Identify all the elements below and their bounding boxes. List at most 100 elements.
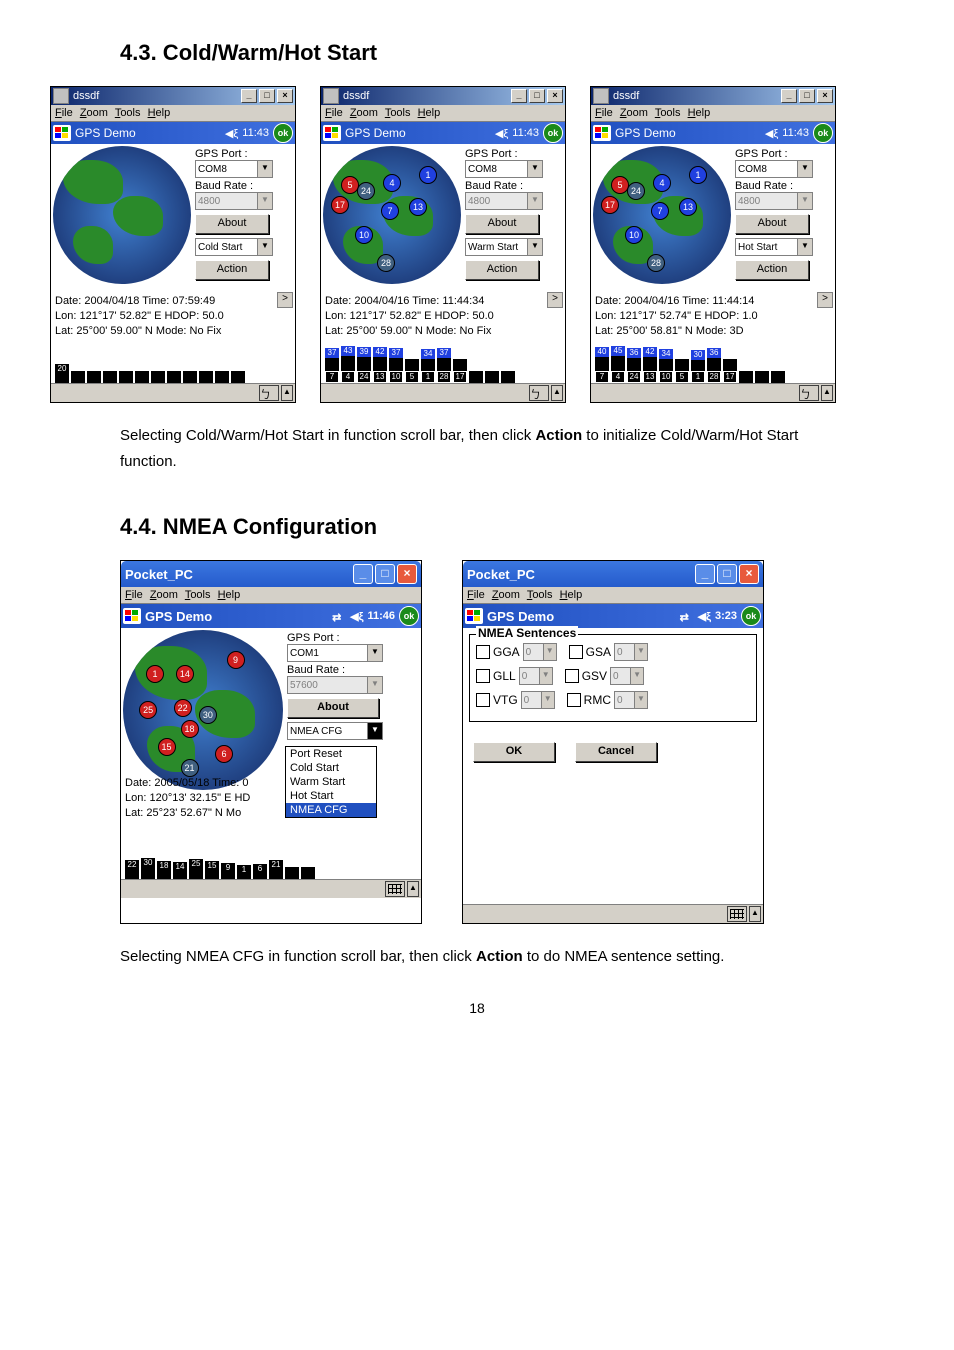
speaker-icon[interactable]: ◀ξ xyxy=(225,127,238,140)
function-combo[interactable]: Hot Start▼ xyxy=(735,238,813,256)
nmea-value-combo[interactable]: 0▼ xyxy=(521,691,555,709)
gps-port-combo[interactable]: COM8▼ xyxy=(735,160,813,178)
action-button[interactable]: Action xyxy=(465,260,539,280)
gps-port-combo[interactable]: COM1▼ xyxy=(287,644,383,662)
minimize-button[interactable]: _ xyxy=(781,89,797,103)
close-button[interactable]: × xyxy=(817,89,833,103)
ok-button[interactable]: ok xyxy=(399,606,419,626)
start-icon[interactable] xyxy=(53,125,71,141)
dropdown-option[interactable]: Port Reset xyxy=(286,747,376,761)
sip-up-icon[interactable]: ▲ xyxy=(551,385,563,401)
minimize-button[interactable]: _ xyxy=(695,564,715,584)
checkbox[interactable] xyxy=(565,669,579,683)
about-button[interactable]: About xyxy=(465,214,539,234)
checkbox[interactable] xyxy=(569,645,583,659)
baud-rate-combo[interactable]: 57600▼ xyxy=(287,676,383,694)
keyboard-icon[interactable]: ㄅ xyxy=(529,385,549,401)
function-combo[interactable]: Cold Start▼ xyxy=(195,238,273,256)
menu-tools[interactable]: Tools xyxy=(527,589,553,601)
menu-file[interactable]: File xyxy=(467,589,485,601)
gps-port-combo[interactable]: COM8▼ xyxy=(195,160,273,178)
close-button[interactable]: × xyxy=(397,564,417,584)
menu-zoom[interactable]: Zoom xyxy=(350,107,378,119)
menu-help[interactable]: Help xyxy=(148,107,171,119)
maximize-button[interactable]: □ xyxy=(529,89,545,103)
about-button[interactable]: About xyxy=(195,214,269,234)
connectivity-icon[interactable]: ⇄ xyxy=(680,611,694,621)
speaker-icon[interactable]: ◀ξ xyxy=(765,127,778,140)
dropdown-option[interactable]: Cold Start xyxy=(286,761,376,775)
nmea-value-combo[interactable]: 0▼ xyxy=(519,667,553,685)
keyboard-icon[interactable]: ㄅ xyxy=(799,385,819,401)
function-combo[interactable]: Warm Start▼ xyxy=(465,238,543,256)
start-icon[interactable] xyxy=(465,608,483,624)
ok-button[interactable]: ok xyxy=(741,606,761,626)
minimize-button[interactable]: _ xyxy=(241,89,257,103)
baud-rate-combo[interactable]: 4800▼ xyxy=(195,192,273,210)
nmea-value-combo[interactable]: 0▼ xyxy=(614,691,648,709)
keyboard-icon[interactable] xyxy=(385,881,405,897)
about-button[interactable]: About xyxy=(287,698,379,718)
menu-zoom[interactable]: Zoom xyxy=(80,107,108,119)
ok-button[interactable]: ok xyxy=(273,123,293,143)
checkbox[interactable] xyxy=(567,693,581,707)
menu-tools[interactable]: Tools xyxy=(385,107,411,119)
minimize-button[interactable]: _ xyxy=(511,89,527,103)
menu-file[interactable]: File xyxy=(55,107,73,119)
maximize-button[interactable]: □ xyxy=(375,564,395,584)
dropdown-option[interactable]: Warm Start xyxy=(286,775,376,789)
dropdown-option[interactable]: Hot Start xyxy=(286,789,376,803)
start-icon[interactable] xyxy=(593,125,611,141)
menu-help[interactable]: Help xyxy=(560,589,583,601)
close-button[interactable]: × xyxy=(739,564,759,584)
start-icon[interactable] xyxy=(323,125,341,141)
speaker-icon[interactable]: ◀ξ xyxy=(495,127,508,140)
speaker-icon[interactable]: ◀ξ xyxy=(698,610,711,623)
sip-up-icon[interactable]: ▲ xyxy=(407,881,419,897)
ok-button[interactable]: ok xyxy=(813,123,833,143)
menu-tools[interactable]: Tools xyxy=(655,107,681,119)
menu-file[interactable]: File xyxy=(595,107,613,119)
keyboard-icon[interactable] xyxy=(727,906,747,922)
connectivity-icon[interactable]: ⇄ xyxy=(332,611,346,621)
minimize-button[interactable]: _ xyxy=(353,564,373,584)
maximize-button[interactable]: □ xyxy=(799,89,815,103)
dropdown-option[interactable]: NMEA CFG xyxy=(286,803,376,817)
baud-rate-combo[interactable]: 4800▼ xyxy=(465,192,543,210)
menu-help[interactable]: Help xyxy=(218,589,241,601)
start-icon[interactable] xyxy=(123,608,141,624)
action-button[interactable]: Action xyxy=(195,260,269,280)
nmea-value-combo[interactable]: 0▼ xyxy=(523,643,557,661)
checkbox[interactable] xyxy=(476,669,490,683)
close-button[interactable]: × xyxy=(547,89,563,103)
gps-port-combo[interactable]: COM8▼ xyxy=(465,160,543,178)
menu-tools[interactable]: Tools xyxy=(115,107,141,119)
menu-file[interactable]: File xyxy=(325,107,343,119)
go-button[interactable]: > xyxy=(277,292,293,308)
sip-up-icon[interactable]: ▲ xyxy=(821,385,833,401)
nmea-value-combo[interactable]: 0▼ xyxy=(614,643,648,661)
menu-zoom[interactable]: Zoom xyxy=(620,107,648,119)
menu-zoom[interactable]: Zoom xyxy=(492,589,520,601)
nmea-value-combo[interactable]: 0▼ xyxy=(610,667,644,685)
cancel-button[interactable]: Cancel xyxy=(575,742,657,762)
go-button[interactable]: > xyxy=(547,292,563,308)
close-button[interactable]: × xyxy=(277,89,293,103)
menu-zoom[interactable]: Zoom xyxy=(150,589,178,601)
menu-tools[interactable]: Tools xyxy=(185,589,211,601)
menu-help[interactable]: Help xyxy=(418,107,441,119)
about-button[interactable]: About xyxy=(735,214,809,234)
maximize-button[interactable]: □ xyxy=(259,89,275,103)
speaker-icon[interactable]: ◀ξ xyxy=(350,610,363,623)
maximize-button[interactable]: □ xyxy=(717,564,737,584)
sip-up-icon[interactable]: ▲ xyxy=(281,385,293,401)
go-button[interactable]: > xyxy=(817,292,833,308)
function-dropdown-list[interactable]: Port ResetCold StartWarm StartHot StartN… xyxy=(285,746,377,818)
checkbox[interactable] xyxy=(476,693,490,707)
menu-help[interactable]: Help xyxy=(688,107,711,119)
keyboard-icon[interactable]: ㄅ xyxy=(259,385,279,401)
checkbox[interactable] xyxy=(476,645,490,659)
ok-button[interactable]: OK xyxy=(473,742,555,762)
action-button[interactable]: Action xyxy=(735,260,809,280)
menu-file[interactable]: File xyxy=(125,589,143,601)
